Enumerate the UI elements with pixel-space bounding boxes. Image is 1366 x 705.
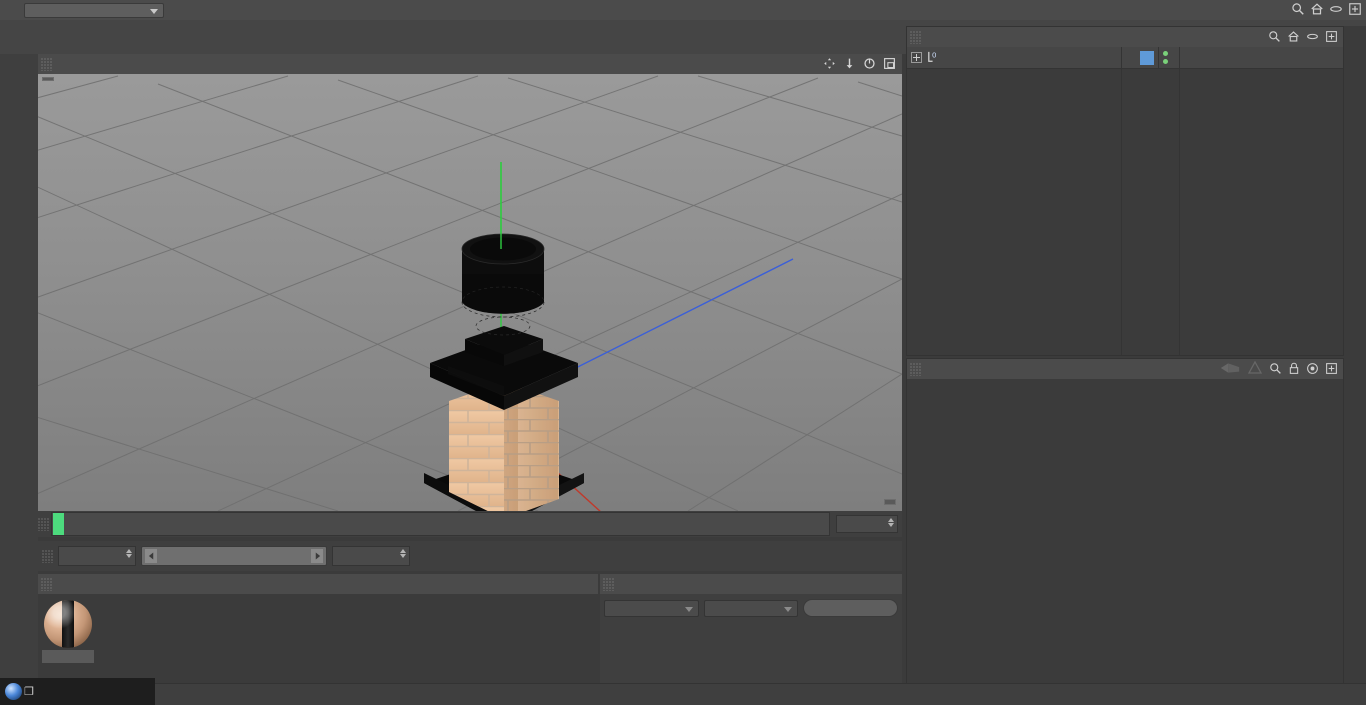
viewport-menu-bar <box>38 54 902 74</box>
dolly-view-icon[interactable] <box>843 57 856 70</box>
material-manager-body[interactable] <box>38 594 598 686</box>
object-manager-menu-bar <box>907 27 1343 47</box>
object-color-swatch[interactable] <box>1140 50 1154 65</box>
top-right-icon-group <box>1291 2 1362 16</box>
coordinate-system-dropdown[interactable] <box>604 599 699 617</box>
expand-object-icon[interactable] <box>911 52 922 63</box>
material-preview-sphere <box>44 600 92 648</box>
timeline-ruler[interactable] <box>51 512 830 536</box>
chevron-down-icon <box>684 606 693 612</box>
object-column-divider-2 <box>1179 47 1180 355</box>
grid-spacing-label <box>884 499 896 505</box>
coordinates-manager-panel <box>600 574 902 686</box>
object-panel-grip[interactable] <box>910 30 921 44</box>
add-layer-icon[interactable] <box>1325 30 1338 43</box>
lock-icon[interactable] <box>1288 362 1300 375</box>
attributes-manager-menu-bar <box>907 359 1343 379</box>
chevron-down-icon <box>784 606 792 612</box>
range-start-handle[interactable] <box>145 549 157 563</box>
add-layer-icon[interactable] <box>1348 2 1362 16</box>
layout-dropdown[interactable] <box>24 2 164 18</box>
apply-button[interactable] <box>803 599 898 617</box>
timeline-current-frame-field[interactable] <box>836 515 898 533</box>
material-item[interactable] <box>42 598 94 663</box>
search-icon[interactable] <box>1268 30 1281 43</box>
home-icon[interactable] <box>1287 30 1300 43</box>
material-panel-grip[interactable] <box>41 577 52 591</box>
material-manager-panel <box>38 574 598 686</box>
svg-text:0: 0 <box>932 51 936 60</box>
timeline-playhead[interactable] <box>53 513 64 535</box>
add-panel-icon[interactable] <box>1325 362 1338 375</box>
timeline-grip[interactable] <box>38 517 49 531</box>
next-attribute-icon[interactable] <box>1247 361 1263 375</box>
ellipse-icon[interactable] <box>1329 2 1343 16</box>
transform-mode-dropdown[interactable] <box>703 599 798 617</box>
attributes-panel-grip[interactable] <box>910 362 921 376</box>
restore-window-button[interactable] <box>39 678 78 705</box>
home-icon[interactable] <box>1310 2 1324 16</box>
ellipse-icon[interactable] <box>1306 30 1319 43</box>
stepper-icon[interactable] <box>888 518 894 527</box>
app-logo-icon: ❐ <box>0 678 39 705</box>
preview-range-bar[interactable] <box>141 546 327 566</box>
object-manager-panel: 0 <box>906 26 1344 356</box>
status-bar <box>0 683 1366 705</box>
coordinates-manager-header <box>600 574 902 594</box>
timeline-bar <box>38 511 902 537</box>
maximize-window-button[interactable] <box>78 678 117 705</box>
target-icon[interactable] <box>1306 362 1319 375</box>
transport-grip[interactable] <box>42 549 53 563</box>
coordinates-footer <box>600 597 902 617</box>
object-visibility-dots[interactable] <box>1163 51 1169 64</box>
layout-selector-group <box>18 2 164 18</box>
left-tool-palette <box>0 54 38 705</box>
window-taskbar-overlay: ❐ <box>0 678 155 705</box>
close-window-button[interactable] <box>116 678 155 705</box>
object-layer-icon: 0 <box>926 50 941 65</box>
material-manager-menu-bar <box>38 574 598 594</box>
attributes-manager-panel <box>906 358 1344 684</box>
search-icon[interactable] <box>1291 2 1305 16</box>
object-row-masonry-fireplace-chimney[interactable]: 0 <box>907 46 1343 69</box>
viewport-panel: Y Z X <box>38 54 902 511</box>
object-manager-body[interactable]: 0 <box>907 46 1343 355</box>
maximize-view-icon[interactable] <box>883 57 896 70</box>
range-end-handle[interactable] <box>311 549 323 563</box>
viewport-canvas[interactable]: Y Z X <box>38 74 902 511</box>
current-frame-field[interactable] <box>58 546 136 566</box>
viewport-camera-label <box>42 77 54 81</box>
object-column-divider-1 <box>1121 47 1122 355</box>
right-tabs-bottom <box>1344 358 1366 684</box>
main-menu-bar <box>0 0 1366 20</box>
animation-transport-bar <box>38 541 902 571</box>
end-frame-field[interactable] <box>332 546 410 566</box>
right-tabs-top <box>1344 26 1366 356</box>
stepper-icon[interactable] <box>400 549 406 558</box>
object-manager-header-icons <box>1268 30 1338 43</box>
stepper-icon[interactable] <box>126 549 132 558</box>
attributes-manager-body[interactable] <box>907 379 1343 683</box>
search-icon[interactable] <box>1269 362 1282 375</box>
cinema4d-window: Y Z X <box>0 0 1366 705</box>
attributes-manager-header-icons <box>1219 361 1338 375</box>
rotate-view-icon[interactable] <box>863 57 876 70</box>
object-row-separator <box>1158 46 1159 69</box>
coordinates-panel-grip[interactable] <box>603 577 614 591</box>
material-name-label <box>42 650 94 663</box>
viewport-nav-icons <box>823 57 896 70</box>
viewport-3d-scene[interactable]: Y Z X <box>38 74 902 511</box>
pan-view-icon[interactable] <box>823 57 836 70</box>
chevron-down-icon <box>150 8 158 14</box>
previous-attribute-icon[interactable] <box>1219 361 1241 375</box>
viewport-panel-grip[interactable] <box>41 57 52 71</box>
